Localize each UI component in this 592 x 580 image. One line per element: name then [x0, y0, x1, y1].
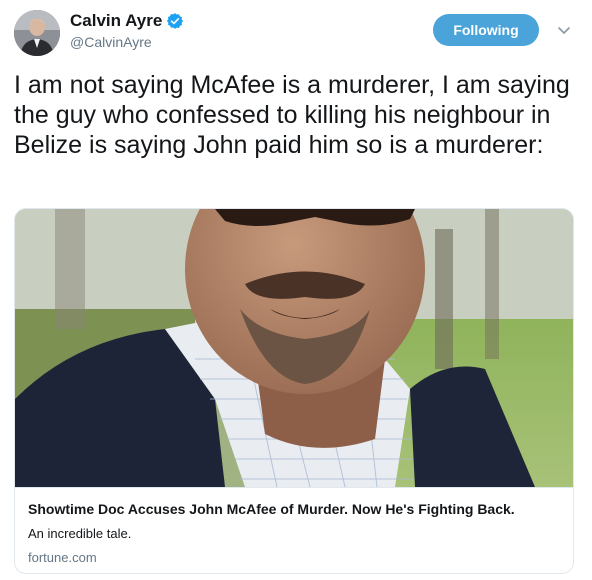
article-photo [15, 209, 573, 488]
tweet: Calvin Ayre @CalvinAyre Following I am n… [0, 0, 592, 580]
author-name-row: Calvin Ayre [70, 11, 184, 31]
link-card[interactable]: Showtime Doc Accuses John McAfee of Murd… [14, 208, 574, 574]
card-title[interactable]: Showtime Doc Accuses John McAfee of Murd… [28, 501, 515, 517]
user-avatar[interactable] [14, 10, 60, 56]
chevron-down-icon[interactable] [556, 22, 572, 38]
card-domain[interactable]: fortune.com [28, 550, 97, 565]
author-display-name[interactable]: Calvin Ayre [70, 11, 162, 31]
author-handle[interactable]: @CalvinAyre [70, 34, 152, 50]
link-card-body: Showtime Doc Accuses John McAfee of Murd… [15, 487, 573, 573]
tweet-text: I am not saying McAfee is a murderer, I … [14, 71, 570, 159]
user-avatar-photo [14, 10, 60, 56]
verified-badge-icon [166, 12, 184, 30]
card-description: An incredible tale. [28, 526, 132, 541]
following-button[interactable]: Following [433, 14, 539, 46]
